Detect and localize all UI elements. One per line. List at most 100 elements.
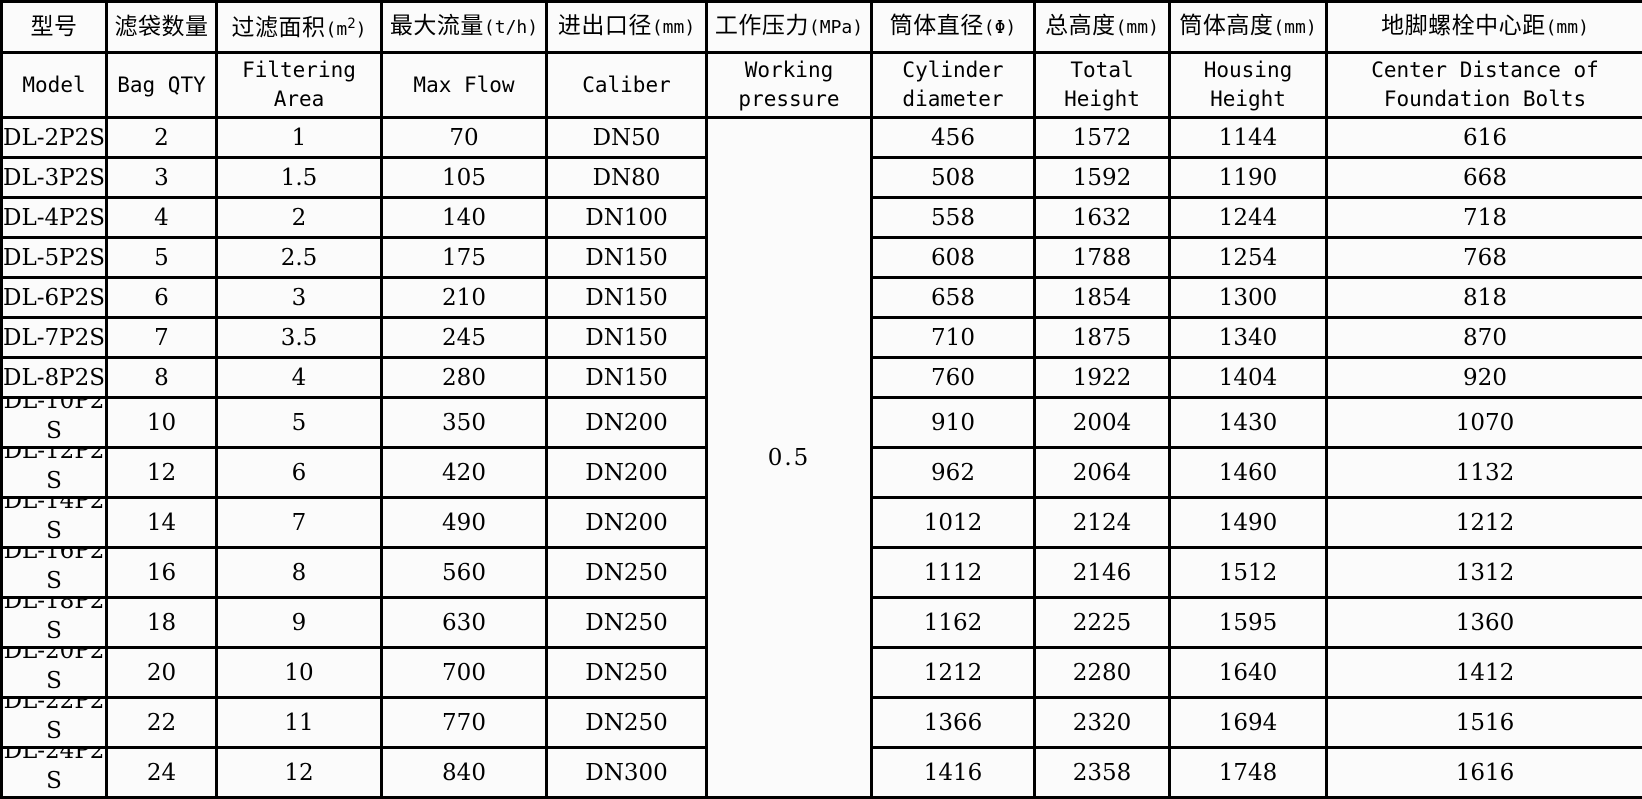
cell-max-flow: 630: [382, 598, 547, 648]
model-label: DL-4P2S: [3, 205, 105, 231]
header-en-bolt-center-distance: Center Distance of Foundation Bolts: [1327, 53, 1642, 118]
model-label: DL-22P2S: [3, 698, 105, 747]
cell-housing-height: 1490: [1170, 498, 1327, 548]
cell-model: DL-24P2S: [2, 748, 107, 798]
cell-bolt-center-distance: 616: [1327, 118, 1642, 158]
model-label: DL-10P2S: [3, 398, 105, 447]
cell-total-height: 2004: [1035, 398, 1170, 448]
unit-total-height: (mm): [1116, 17, 1159, 38]
header-cn-caliber: 进出口径(mm): [547, 2, 707, 53]
cell-caliber: DN50: [547, 118, 707, 158]
cell-bag-qty: 14: [107, 498, 217, 548]
cell-model: DL-14P2S: [2, 498, 107, 548]
cell-housing-height: 1748: [1170, 748, 1327, 798]
header-cn-max-flow: 最大流量(t/h): [382, 2, 547, 53]
cell-bag-qty: 18: [107, 598, 217, 648]
cell-model: DL-16P2S: [2, 548, 107, 598]
cell-max-flow: 245: [382, 318, 547, 358]
specification-table: 型号 滤袋数量 过滤面积(m2) 最大流量(t/h) 进出口径(mm) 工作压力…: [0, 0, 1642, 799]
cell-housing-height: 1340: [1170, 318, 1327, 358]
cell-bolt-center-distance: 1212: [1327, 498, 1642, 548]
header-en-model: Model: [2, 53, 107, 118]
cell-bolt-center-distance: 718: [1327, 198, 1642, 238]
cell-cylinder-diameter: 1366: [872, 698, 1035, 748]
cell-total-height: 2064: [1035, 448, 1170, 498]
cell-cylinder-diameter: 710: [872, 318, 1035, 358]
cell-filtering-area: 6: [217, 448, 382, 498]
header-en-housing-height: Housing Height: [1170, 53, 1327, 118]
cell-bag-qty: 20: [107, 648, 217, 698]
cell-caliber: DN250: [547, 598, 707, 648]
cell-cylinder-diameter: 1416: [872, 748, 1035, 798]
cell-bolt-center-distance: 1412: [1327, 648, 1642, 698]
cell-total-height: 2280: [1035, 648, 1170, 698]
cell-bag-qty: 4: [107, 198, 217, 238]
model-label: DL-14P2S: [3, 498, 105, 547]
cell-max-flow: 840: [382, 748, 547, 798]
model-label: DL-8P2S: [3, 365, 105, 391]
cell-total-height: 2124: [1035, 498, 1170, 548]
header-row-english: Model Bag QTY Filtering Area Max Flow Ca…: [2, 53, 1642, 118]
cell-bolt-center-distance: 818: [1327, 278, 1642, 318]
cell-filtering-area: 7: [217, 498, 382, 548]
cell-max-flow: 175: [382, 238, 547, 278]
header-en-max-flow: Max Flow: [382, 53, 547, 118]
cell-cylinder-diameter: 760: [872, 358, 1035, 398]
cell-cylinder-diameter: 1112: [872, 548, 1035, 598]
model-label: DL-6P2S: [3, 285, 105, 311]
cell-filtering-area: 11: [217, 698, 382, 748]
cell-housing-height: 1254: [1170, 238, 1327, 278]
cell-housing-height: 1244: [1170, 198, 1327, 238]
cell-max-flow: 560: [382, 548, 547, 598]
header-cn-cylinder-diameter: 筒体直径(Φ): [872, 2, 1035, 53]
cell-filtering-area: 2: [217, 198, 382, 238]
cell-filtering-area: 3.5: [217, 318, 382, 358]
cell-housing-height: 1190: [1170, 158, 1327, 198]
header-row-chinese: 型号 滤袋数量 过滤面积(m2) 最大流量(t/h) 进出口径(mm) 工作压力…: [2, 2, 1642, 53]
cell-max-flow: 420: [382, 448, 547, 498]
header-cn-total-height: 总高度(mm): [1035, 2, 1170, 53]
cell-filtering-area: 3: [217, 278, 382, 318]
cell-total-height: 1854: [1035, 278, 1170, 318]
cell-housing-height: 1694: [1170, 698, 1327, 748]
model-label: DL-16P2S: [3, 548, 105, 597]
cell-caliber: DN100: [547, 198, 707, 238]
model-label: DL-20P2S: [3, 648, 105, 697]
cell-cylinder-diameter: 508: [872, 158, 1035, 198]
cell-housing-height: 1512: [1170, 548, 1327, 598]
cell-model: DL-2P2S: [2, 118, 107, 158]
cell-working-pressure-merged: 0.5: [707, 118, 872, 798]
cell-bolt-center-distance: 1070: [1327, 398, 1642, 448]
cell-filtering-area: 5: [217, 398, 382, 448]
cell-total-height: 1592: [1035, 158, 1170, 198]
cell-cylinder-diameter: 962: [872, 448, 1035, 498]
cell-total-height: 2358: [1035, 748, 1170, 798]
cell-housing-height: 1300: [1170, 278, 1327, 318]
table-row: DL-2P2S2170DN500.545615721144616: [2, 118, 1642, 158]
header-en-bag-qty: Bag QTY: [107, 53, 217, 118]
cell-bag-qty: 12: [107, 448, 217, 498]
cell-bag-qty: 5: [107, 238, 217, 278]
cell-cylinder-diameter: 1162: [872, 598, 1035, 648]
cell-bolt-center-distance: 1132: [1327, 448, 1642, 498]
cell-caliber: DN250: [547, 648, 707, 698]
header-cn-housing-height: 筒体高度(mm): [1170, 2, 1327, 53]
cell-caliber: DN200: [547, 398, 707, 448]
cell-bolt-center-distance: 920: [1327, 358, 1642, 398]
cell-caliber: DN300: [547, 748, 707, 798]
header-en-working-pressure: Working pressure: [707, 53, 872, 118]
cell-model: DL-7P2S: [2, 318, 107, 358]
cell-bolt-center-distance: 668: [1327, 158, 1642, 198]
cell-cylinder-diameter: 608: [872, 238, 1035, 278]
cell-max-flow: 105: [382, 158, 547, 198]
cell-bolt-center-distance: 1360: [1327, 598, 1642, 648]
cell-total-height: 1572: [1035, 118, 1170, 158]
cell-filtering-area: 9: [217, 598, 382, 648]
cell-filtering-area: 4: [217, 358, 382, 398]
header-cn-filtering-area: 过滤面积(m2): [217, 2, 382, 53]
header-cn-working-pressure: 工作压力(MPa): [707, 2, 872, 53]
cell-max-flow: 70: [382, 118, 547, 158]
header-en-filtering-area: Filtering Area: [217, 53, 382, 118]
cell-max-flow: 210: [382, 278, 547, 318]
cell-cylinder-diameter: 658: [872, 278, 1035, 318]
